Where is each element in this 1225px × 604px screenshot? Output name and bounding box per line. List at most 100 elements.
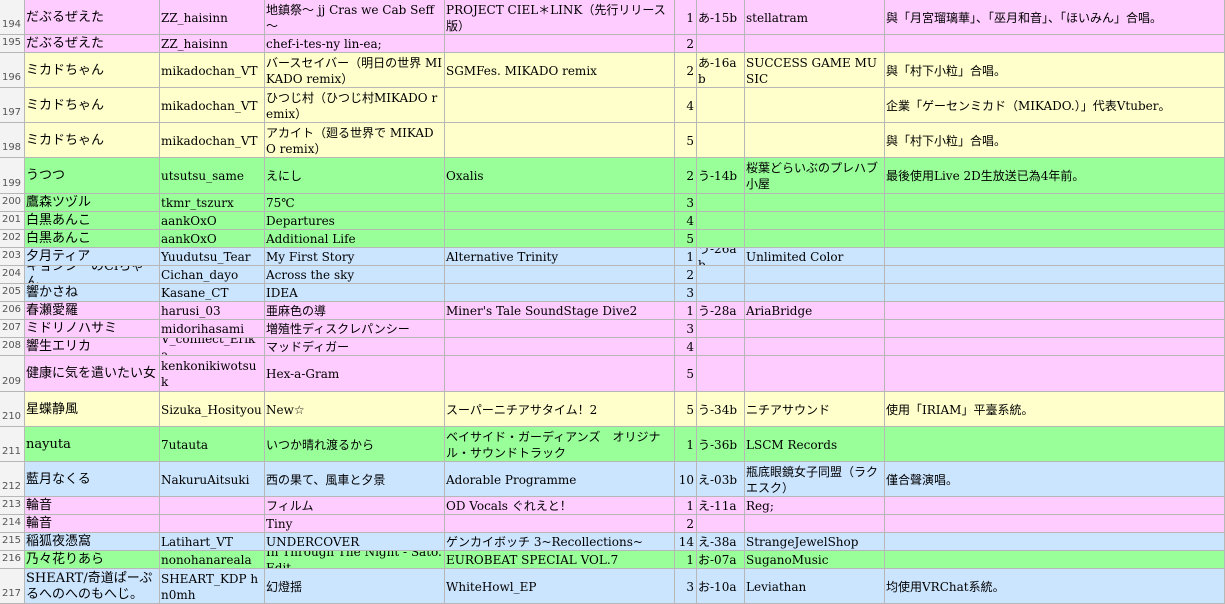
cell-note[interactable]: 均使用VRChat系統。 (885, 569, 1225, 604)
cell-album-title[interactable] (445, 123, 675, 158)
cell-booth-code[interactable] (697, 338, 745, 356)
cell-note[interactable] (885, 284, 1225, 302)
cell-track-number[interactable]: 1 (675, 248, 697, 266)
cell-vtuber-name[interactable]: 響生エリカ (25, 338, 160, 356)
cell-circle-name[interactable] (745, 123, 885, 158)
cell-album-title[interactable] (445, 515, 675, 533)
cell-twitter-id[interactable]: SHEART_KDP hn0mh (160, 569, 265, 604)
cell-booth-code[interactable] (697, 284, 745, 302)
cell-album-title[interactable]: Adorable Programme (445, 462, 675, 497)
cell-booth-code[interactable]: う-34b (697, 392, 745, 427)
cell-song-title[interactable]: 亜麻色の導 (265, 302, 445, 320)
cell-booth-code[interactable] (697, 194, 745, 212)
cell-note[interactable] (885, 533, 1225, 551)
cell-booth-code[interactable]: え-03b (697, 462, 745, 497)
cell-vtuber-name[interactable]: 春瀬愛羅 (25, 302, 160, 320)
cell-note[interactable] (885, 194, 1225, 212)
cell-album-title[interactable]: ベイサイド・ガーディアンズ オリジナル・サウンドトラック (445, 427, 675, 462)
cell-track-number[interactable]: 2 (675, 35, 697, 53)
cell-vtuber-name[interactable]: 白黒あんこ (25, 212, 160, 230)
cell-vtuber-name[interactable]: 星蝶静風 (25, 392, 160, 427)
cell-track-number[interactable]: 4 (675, 212, 697, 230)
cell-vtuber-name[interactable]: うつつ (25, 158, 160, 194)
cell-twitter-id[interactable]: 7utauta (160, 427, 265, 462)
cell-song-title[interactable]: バースセイバー（明日の世界 MIKADO remix） (265, 53, 445, 88)
cell-booth-code[interactable] (697, 212, 745, 230)
cell-circle-name[interactable] (745, 230, 885, 248)
cell-song-title[interactable]: Hex-a-Gram (265, 356, 445, 392)
cell-vtuber-name[interactable]: キョンシーのCiちゃん (25, 266, 160, 284)
cell-vtuber-name[interactable]: ミカドちゃん (25, 88, 160, 123)
cell-album-title[interactable]: WhiteHowl_EP (445, 569, 675, 604)
cell-twitter-id[interactable]: mikadochan_VT (160, 123, 265, 158)
cell-track-number[interactable]: 3 (675, 284, 697, 302)
cell-track-number[interactable]: 4 (675, 88, 697, 123)
cell-twitter-id[interactable]: Latihart_VT (160, 533, 265, 551)
cell-twitter-id[interactable]: midorihasami (160, 320, 265, 338)
cell-song-title[interactable]: My First Story (265, 248, 445, 266)
cell-vtuber-name[interactable]: SHEART/奇道ぱーぷるへのへのもへじ。 (25, 569, 160, 604)
cell-album-title[interactable]: スーパーニチアサタイム！2 (445, 392, 675, 427)
cell-circle-name[interactable] (745, 266, 885, 284)
cell-track-number[interactable]: 14 (675, 533, 697, 551)
cell-vtuber-name[interactable]: 藍月なくる (25, 462, 160, 497)
cell-track-number[interactable]: 1 (675, 551, 697, 569)
row-header[interactable]: 201 (0, 212, 25, 230)
row-header[interactable]: 208 (0, 338, 25, 356)
cell-booth-code[interactable]: う-36b (697, 427, 745, 462)
cell-song-title[interactable]: アカイト（廻る世界で MIKADO remix） (265, 123, 445, 158)
cell-twitter-id[interactable]: ZZ_haisinn (160, 0, 265, 35)
cell-vtuber-name[interactable]: ミドリノハサミ (25, 320, 160, 338)
cell-twitter-id[interactable]: ZZ_haisinn (160, 35, 265, 53)
cell-note[interactable]: 使用「IRIAM」平臺系統。 (885, 392, 1225, 427)
cell-circle-name[interactable]: ニチアサウンド (745, 392, 885, 427)
cell-note[interactable] (885, 356, 1225, 392)
cell-song-title[interactable]: えにし (265, 158, 445, 194)
cell-twitter-id[interactable]: NakuruAitsuki (160, 462, 265, 497)
row-header[interactable]: 215 (0, 533, 25, 551)
row-header[interactable]: 195 (0, 35, 25, 53)
cell-booth-code[interactable] (697, 356, 745, 392)
row-header[interactable]: 216 (0, 551, 25, 569)
cell-twitter-id[interactable]: harusi_03 (160, 302, 265, 320)
cell-vtuber-name[interactable]: だぶるぜえた (25, 0, 160, 35)
cell-booth-code[interactable]: お-07a (697, 551, 745, 569)
cell-twitter-id[interactable]: V_connect_Erika (160, 338, 265, 356)
cell-vtuber-name[interactable]: 稲狐夜憑窩 (25, 533, 160, 551)
cell-vtuber-name[interactable]: 健康に気を遣いたい女 (25, 356, 160, 392)
row-header[interactable]: 205 (0, 284, 25, 302)
cell-song-title[interactable]: 地鎮祭～ jj Cras we Cab Seff ～ (265, 0, 445, 35)
cell-circle-name[interactable]: StrangeJewelShop (745, 533, 885, 551)
row-header[interactable]: 212 (0, 462, 25, 497)
cell-track-number[interactable]: 3 (675, 320, 697, 338)
cell-booth-code[interactable] (697, 35, 745, 53)
row-header[interactable]: 204 (0, 266, 25, 284)
row-header[interactable]: 209 (0, 356, 25, 392)
cell-track-number[interactable]: 2 (675, 266, 697, 284)
cell-twitter-id[interactable]: nonohanareala (160, 551, 265, 569)
cell-track-number[interactable]: 5 (675, 123, 697, 158)
cell-song-title[interactable]: ひつじ村（ひつじ村MIKADO remix） (265, 88, 445, 123)
cell-note[interactable] (885, 212, 1225, 230)
cell-booth-code[interactable]: あ-15b (697, 0, 745, 35)
row-header[interactable]: 214 (0, 515, 25, 533)
cell-track-number[interactable]: 5 (675, 392, 697, 427)
cell-circle-name[interactable] (745, 194, 885, 212)
cell-vtuber-name[interactable]: 乃々花りあら (25, 551, 160, 569)
cell-twitter-id[interactable]: Kasane_CT (160, 284, 265, 302)
cell-circle-name[interactable] (745, 212, 885, 230)
cell-circle-name[interactable]: SUCCESS GAME MUSIC (745, 53, 885, 88)
cell-vtuber-name[interactable]: だぶるぜえた (25, 35, 160, 53)
row-header[interactable]: 202 (0, 230, 25, 248)
cell-circle-name[interactable]: Leviathan (745, 569, 885, 604)
cell-vtuber-name[interactable]: nayuta (25, 427, 160, 462)
cell-track-number[interactable]: 2 (675, 53, 697, 88)
cell-song-title[interactable]: Across the sky (265, 266, 445, 284)
cell-note[interactable]: 與「村下小粒」合唱。 (885, 53, 1225, 88)
row-header[interactable]: 207 (0, 320, 25, 338)
cell-circle-name[interactable]: Unlimited Color (745, 248, 885, 266)
cell-vtuber-name[interactable]: 響かさね (25, 284, 160, 302)
row-header[interactable]: 196 (0, 53, 25, 88)
cell-twitter-id[interactable]: utsutsu_same (160, 158, 265, 194)
cell-track-number[interactable]: 10 (675, 462, 697, 497)
